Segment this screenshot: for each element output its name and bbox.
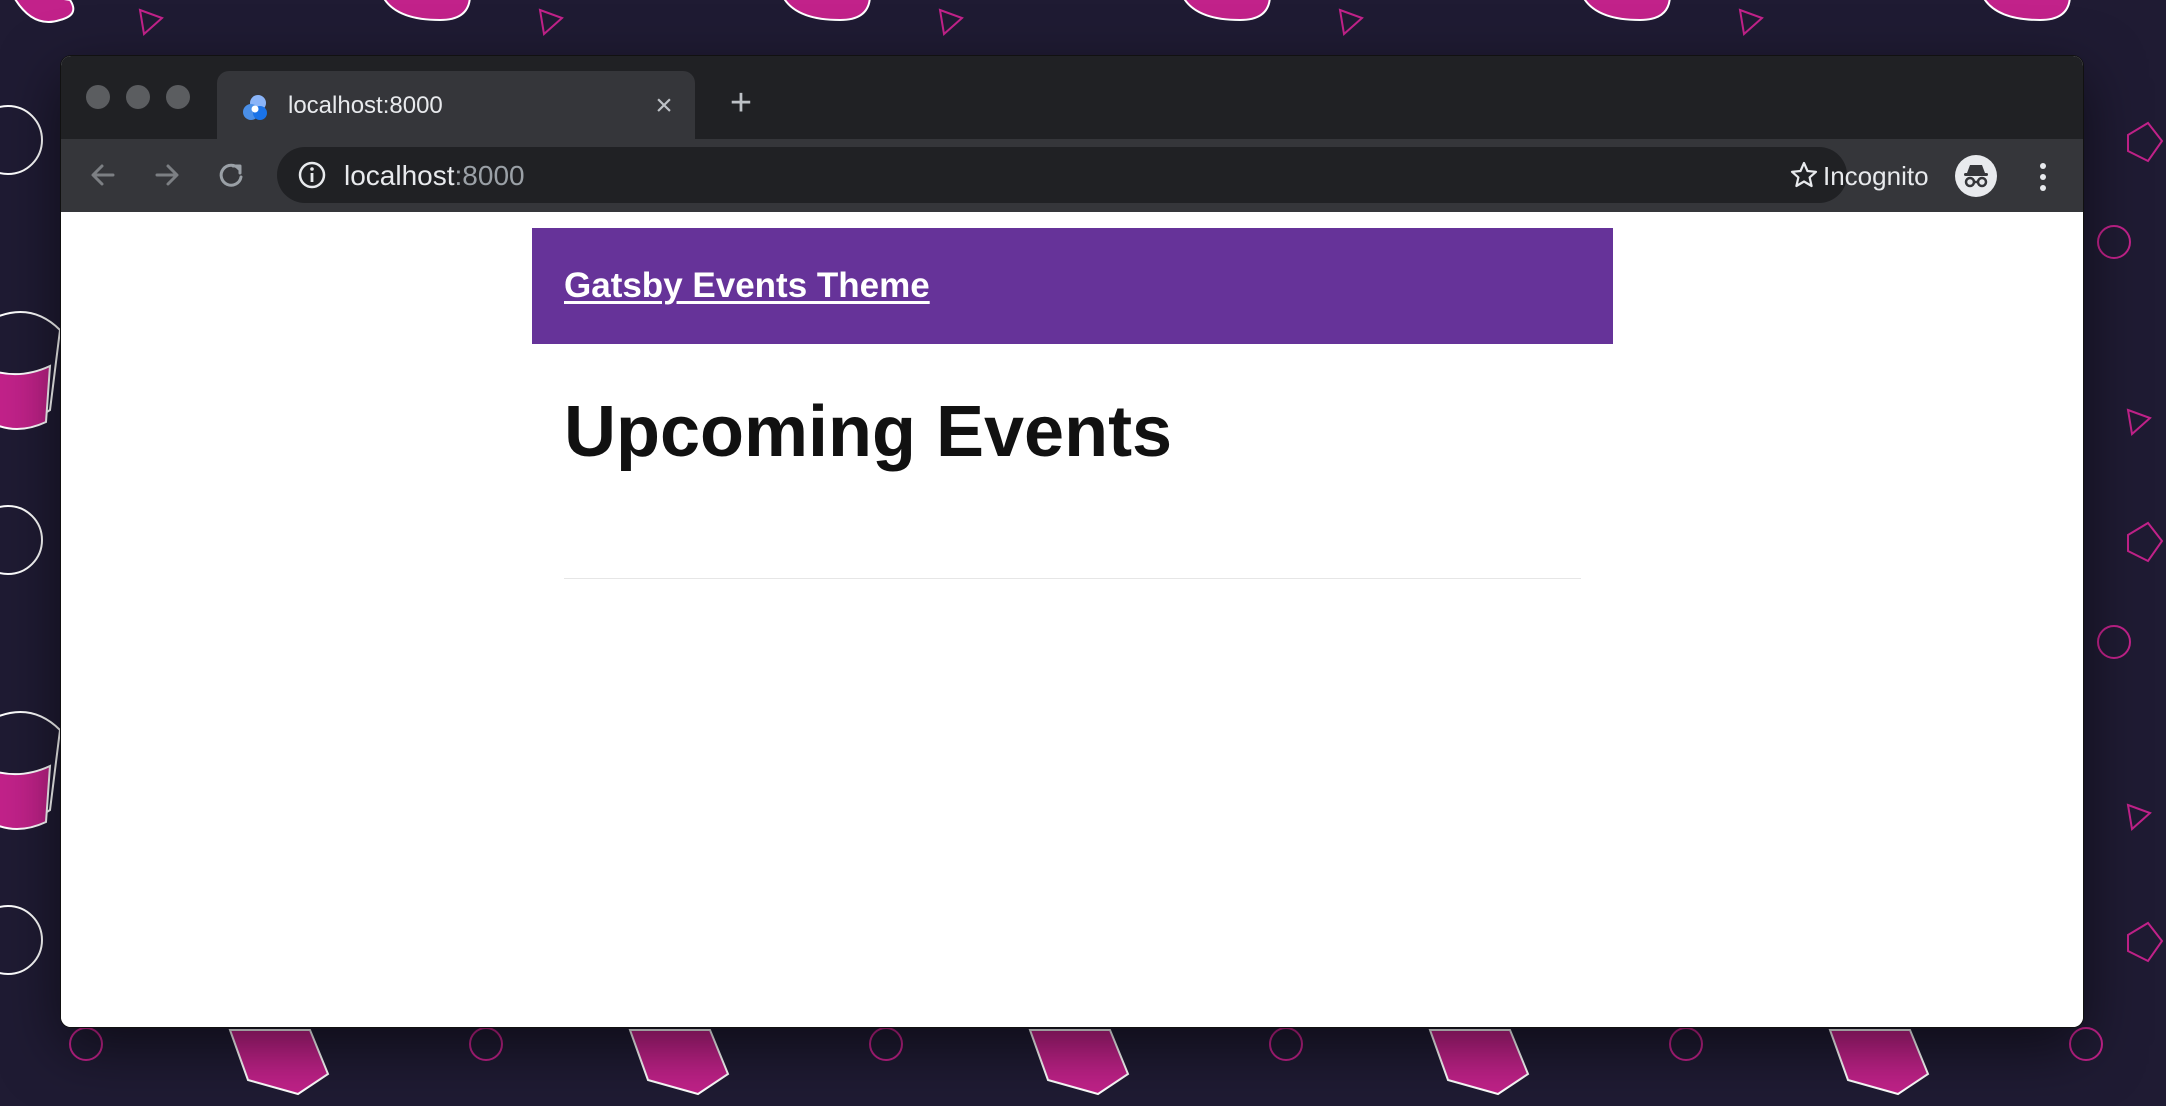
url-text[interactable]: localhost:8000 bbox=[344, 160, 525, 192]
window-zoom-dot[interactable] bbox=[166, 85, 190, 109]
close-icon[interactable]: × bbox=[647, 89, 681, 123]
back-arrow-icon[interactable] bbox=[83, 155, 123, 195]
site-header: Gatsby Events Theme bbox=[532, 228, 1613, 344]
window-close-dot[interactable] bbox=[86, 85, 110, 109]
window-minimize-dot[interactable] bbox=[126, 85, 150, 109]
url-port: :8000 bbox=[454, 160, 525, 191]
browser-toolbar: localhost:8000 Incognito bbox=[61, 139, 2083, 212]
tab-title: localhost:8000 bbox=[288, 92, 443, 119]
forward-arrow-icon[interactable] bbox=[147, 155, 187, 195]
tab-strip: localhost:8000 × + bbox=[61, 56, 2083, 139]
gatsby-theme-icon bbox=[239, 92, 271, 124]
incognito-label[interactable]: Incognito bbox=[1823, 161, 1929, 191]
reload-icon[interactable] bbox=[211, 155, 251, 195]
page-title: Upcoming Events bbox=[564, 392, 1173, 472]
browser-window: localhost:8000 × + localhost:8000 Incogn… bbox=[61, 56, 2083, 1027]
page-viewport: Gatsby Events Theme Upcoming Events bbox=[61, 212, 2083, 1027]
plus-icon[interactable]: + bbox=[723, 84, 759, 122]
heading-divider bbox=[564, 578, 1581, 579]
more-vert-icon[interactable] bbox=[2029, 157, 2057, 197]
incognito-icon[interactable] bbox=[1955, 155, 1997, 197]
tab-localhost[interactable]: localhost:8000 × bbox=[217, 71, 695, 139]
url-host: localhost bbox=[344, 160, 455, 191]
address-bar[interactable]: localhost:8000 bbox=[277, 147, 1847, 203]
info-icon[interactable] bbox=[297, 160, 327, 190]
site-title-link[interactable]: Gatsby Events Theme bbox=[564, 264, 930, 308]
star-icon[interactable] bbox=[1789, 160, 1819, 190]
